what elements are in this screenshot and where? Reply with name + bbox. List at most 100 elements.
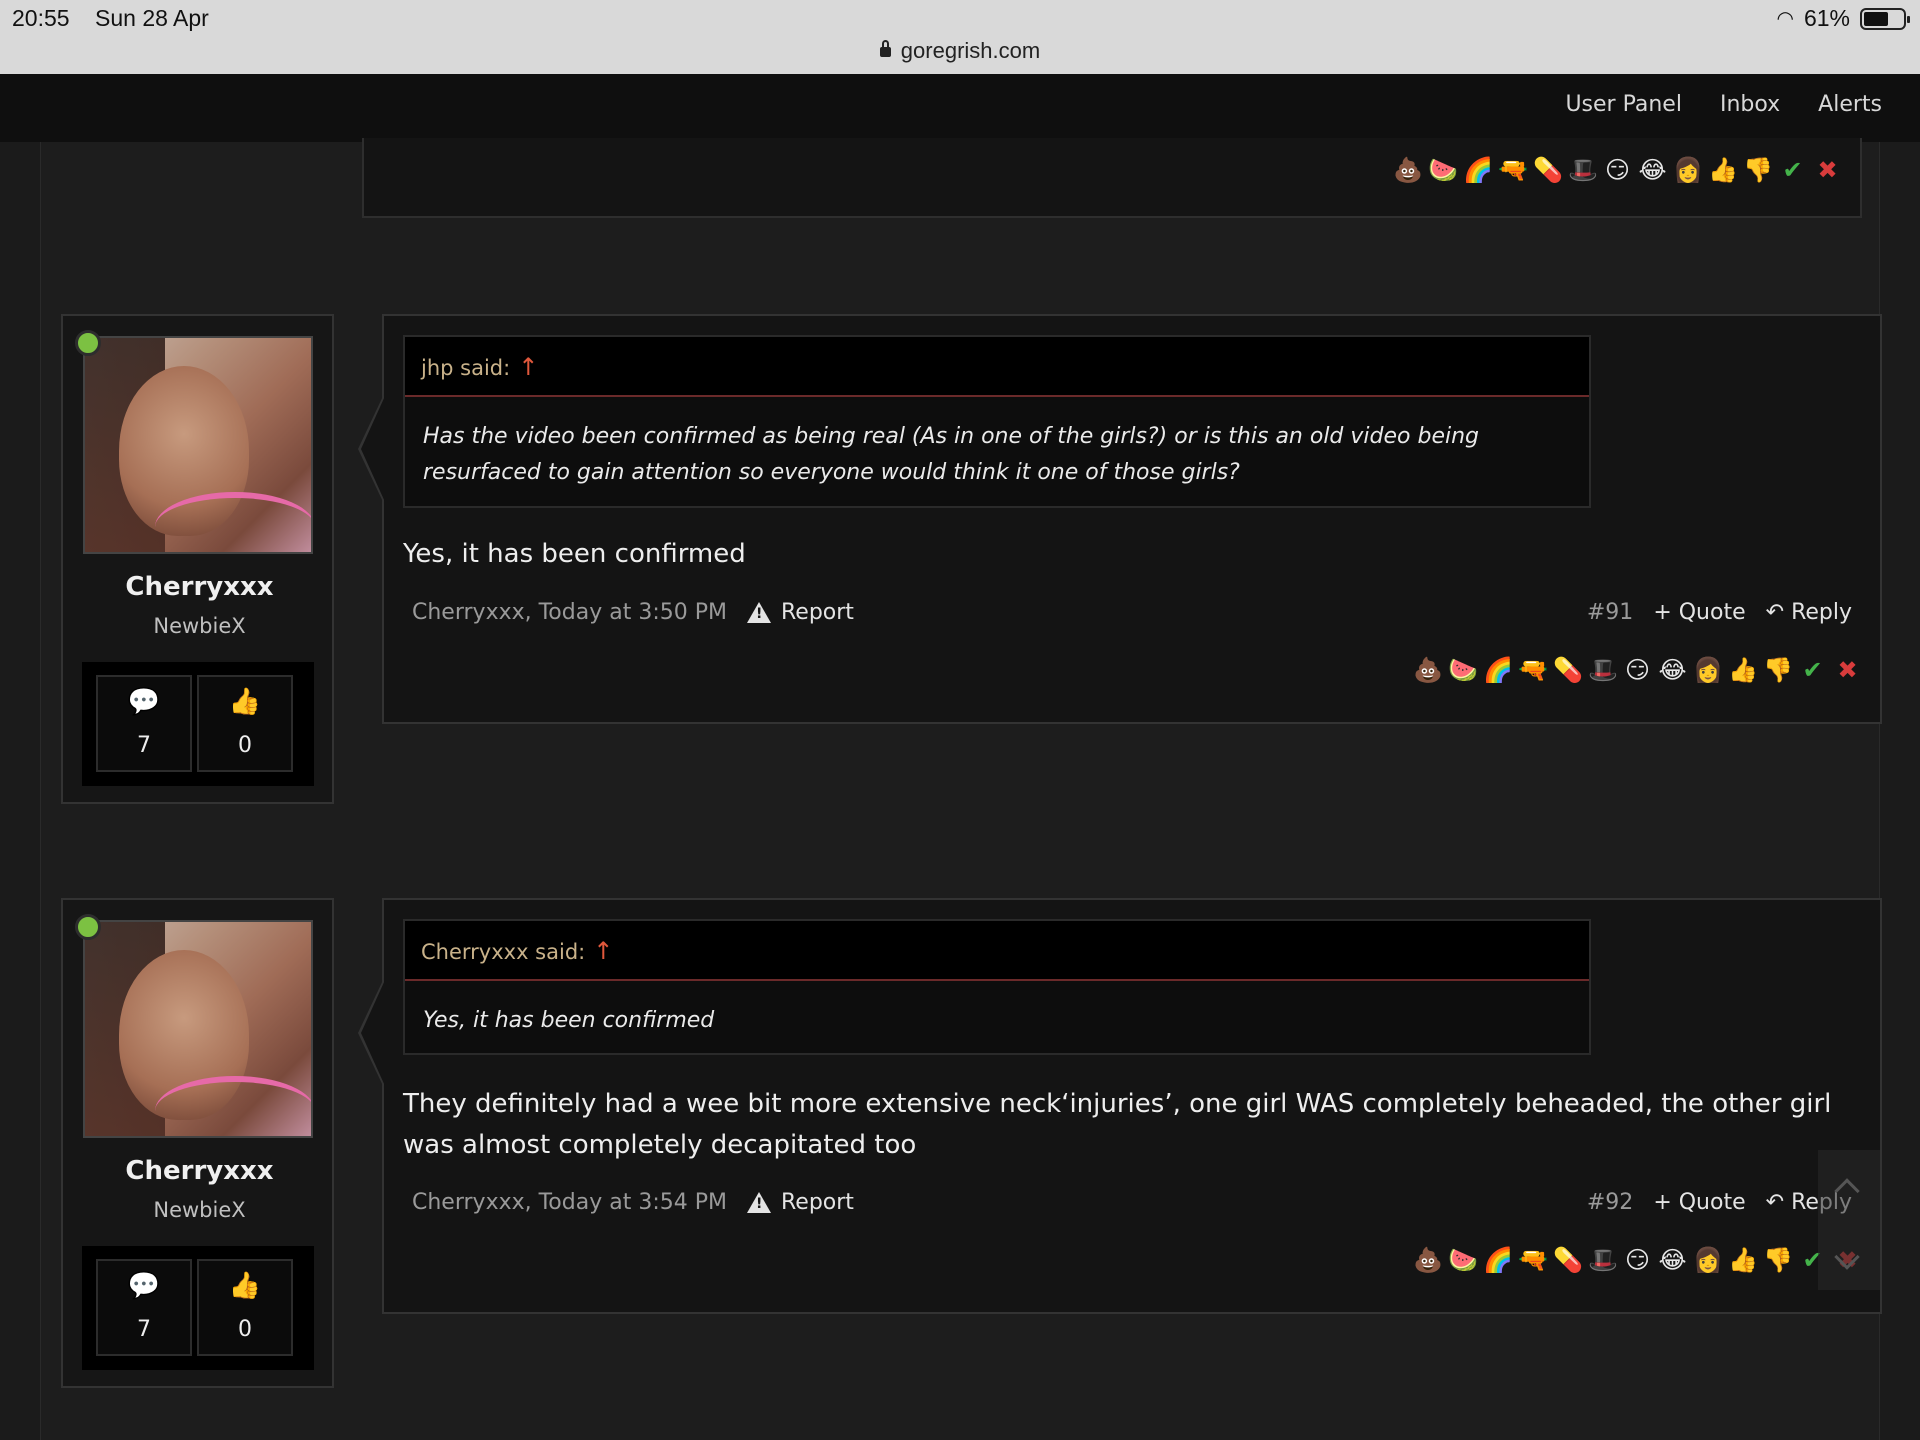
poop-icon[interactable]: 💩 bbox=[1393, 156, 1423, 184]
post-author-date[interactable]: Cherryxxx, Today at 3:54 PM bbox=[412, 1190, 727, 1215]
nav-inbox[interactable]: Inbox bbox=[1720, 92, 1780, 117]
user-title: NewbieX bbox=[153, 614, 246, 638]
watermelon-icon[interactable]: 🍉 bbox=[1448, 656, 1478, 684]
nav-user-panel[interactable]: User Panel bbox=[1565, 92, 1682, 117]
laugh-icon[interactable]: 😂 bbox=[1658, 1246, 1687, 1274]
report-label: Report bbox=[780, 600, 854, 625]
likes-count: 0 bbox=[238, 1317, 252, 1342]
check-icon[interactable]: ✔ bbox=[1778, 156, 1807, 184]
report-button[interactable]: Report bbox=[746, 1190, 854, 1215]
thumbs-down-icon[interactable]: 👎 bbox=[1763, 1246, 1793, 1274]
post-number-link[interactable]: #92 bbox=[1587, 1190, 1633, 1215]
thread-page: 💩 🍉 🌈 🔫 💊 🎩 😏 😂 👩 👍 👎 ✔ ✖ Cherryxxx Newb… bbox=[40, 138, 1882, 1440]
gun-icon[interactable]: 🔫 bbox=[1498, 156, 1528, 184]
gun-icon[interactable]: 🔫 bbox=[1518, 1246, 1548, 1274]
quote-block: Cherryxxx said: ↑ Yes, it has been confir… bbox=[403, 919, 1591, 1055]
smirk-icon[interactable]: 😏 bbox=[1623, 1246, 1652, 1274]
watermelon-icon[interactable]: 🍉 bbox=[1428, 156, 1458, 184]
site-navbar: User Panel Inbox Alerts bbox=[0, 74, 1920, 142]
quote-block: jhp said: ↑ Has the video been confirmed … bbox=[403, 335, 1591, 508]
laugh-icon[interactable]: 😂 bbox=[1638, 156, 1667, 184]
thumbs-down-icon[interactable]: 👎 bbox=[1743, 156, 1773, 184]
reply-arrow-icon: ↶ bbox=[1765, 1190, 1785, 1215]
woman-icon[interactable]: 👩 bbox=[1693, 1246, 1723, 1274]
post-meta: Cherryxxx, Today at 3:50 PM Report bbox=[412, 600, 854, 625]
post-actions: #91 + Quote ↶ Reply bbox=[1587, 600, 1852, 625]
username[interactable]: Cherryxxx bbox=[63, 572, 336, 602]
lock-icon bbox=[879, 40, 891, 57]
thumbs-down-icon[interactable]: 👎 bbox=[1763, 656, 1793, 684]
quote-button[interactable]: + Quote bbox=[1653, 600, 1745, 625]
message-box: Cherryxxx said: ↑ Yes, it has been confir… bbox=[358, 898, 1882, 1314]
avatar[interactable] bbox=[83, 920, 313, 1138]
scroll-down-icon[interactable] bbox=[1834, 1244, 1860, 1270]
address-bar[interactable]: goregrish.com bbox=[0, 38, 1920, 64]
post-number-link[interactable]: #91 bbox=[1587, 600, 1633, 625]
hat-icon[interactable]: 🎩 bbox=[1588, 1246, 1618, 1274]
arrow-up-icon[interactable]: ↑ bbox=[518, 353, 538, 381]
reply-label: Reply bbox=[1791, 600, 1852, 625]
smirk-icon[interactable]: 😏 bbox=[1603, 156, 1632, 184]
battery-percent: 61% bbox=[1803, 5, 1850, 31]
poop-icon[interactable]: 💩 bbox=[1413, 656, 1443, 684]
quote-header[interactable]: jhp said: ↑ bbox=[405, 337, 1589, 397]
arrow-up-icon[interactable]: ↑ bbox=[593, 937, 613, 965]
previous-post-box: 💩 🍉 🌈 🔫 💊 🎩 😏 😂 👩 👍 👎 ✔ ✖ bbox=[362, 138, 1862, 218]
pill-icon[interactable]: 💊 bbox=[1553, 1246, 1583, 1274]
thumbs-up-icon[interactable]: 👍 bbox=[1728, 656, 1758, 684]
smirk-icon[interactable]: 😏 bbox=[1623, 656, 1652, 684]
pill-icon[interactable]: 💊 bbox=[1533, 156, 1563, 184]
check-icon[interactable]: ✔ bbox=[1798, 656, 1827, 684]
online-indicator-icon bbox=[75, 914, 101, 940]
rainbow-icon[interactable]: 🌈 bbox=[1483, 1246, 1513, 1274]
user-title: NewbieX bbox=[153, 1198, 246, 1222]
quote-text: Has the video been confirmed as being re… bbox=[423, 424, 1479, 485]
warning-icon bbox=[746, 602, 771, 623]
gun-icon[interactable]: 🔫 bbox=[1518, 656, 1548, 684]
reaction-bar: 💩 🍉 🌈 🔫 💊 🎩 😏 😂 👩 👍 👎 ✔ ✖ bbox=[1393, 156, 1842, 184]
reaction-bar: 💩 🍉 🌈 🔫 💊 🎩 😏 😂 👩 👍 👎 ✔ ✖ bbox=[1413, 656, 1862, 684]
messages-stat: 💬 7 bbox=[96, 675, 192, 772]
thumbs-up-icon[interactable]: 👍 bbox=[1708, 156, 1738, 184]
quote-header[interactable]: Cherryxxx said: ↑ bbox=[405, 921, 1589, 981]
laugh-icon[interactable]: 😂 bbox=[1658, 656, 1687, 684]
reply-button[interactable]: ↶ Reply bbox=[1766, 600, 1852, 625]
username[interactable]: Cherryxxx bbox=[63, 1156, 336, 1186]
likes-stat: 👍 0 bbox=[197, 675, 293, 772]
x-icon[interactable]: ✖ bbox=[1833, 656, 1862, 684]
quote-author: jhp said: bbox=[421, 356, 511, 380]
thumbs-up-icon: 👍 bbox=[228, 687, 262, 717]
avatar[interactable] bbox=[83, 336, 313, 554]
woman-icon[interactable]: 👩 bbox=[1673, 156, 1703, 184]
status-time: 20:55 bbox=[12, 5, 70, 31]
battery-icon bbox=[1860, 7, 1910, 30]
warning-icon bbox=[746, 1192, 771, 1213]
watermelon-icon[interactable]: 🍉 bbox=[1448, 1246, 1478, 1274]
hat-icon[interactable]: 🎩 bbox=[1568, 156, 1598, 184]
messages-count: 7 bbox=[137, 733, 151, 758]
hat-icon[interactable]: 🎩 bbox=[1588, 656, 1618, 684]
reaction-bar: 💩 🍉 🌈 🔫 💊 🎩 😏 😂 👩 👍 👎 ✔ ✖ bbox=[1413, 1246, 1862, 1274]
quote-text: Yes, it has been confirmed bbox=[423, 1008, 715, 1033]
post-author-date[interactable]: Cherryxxx, Today at 3:50 PM bbox=[412, 600, 727, 625]
rainbow-icon[interactable]: 🌈 bbox=[1483, 656, 1513, 684]
user-info-panel: Cherryxxx NewbieX 💬 7 👍 0 bbox=[61, 314, 334, 804]
messages-stat: 💬 7 bbox=[96, 1259, 192, 1356]
online-indicator-icon bbox=[75, 330, 101, 356]
chat-bubbles-icon: 💬 bbox=[127, 1271, 161, 1301]
scroll-controls bbox=[1818, 1150, 1880, 1290]
thumbs-up-icon[interactable]: 👍 bbox=[1728, 1246, 1758, 1274]
scroll-up-icon[interactable] bbox=[1834, 1178, 1860, 1204]
pill-icon[interactable]: 💊 bbox=[1553, 656, 1583, 684]
reply-arrow-icon: ↶ bbox=[1765, 600, 1785, 625]
x-icon[interactable]: ✖ bbox=[1813, 156, 1842, 184]
report-button[interactable]: Report bbox=[746, 600, 854, 625]
woman-icon[interactable]: 👩 bbox=[1693, 656, 1723, 684]
url-text: goregrish.com bbox=[900, 38, 1041, 63]
nav-alerts[interactable]: Alerts bbox=[1818, 92, 1882, 117]
rainbow-icon[interactable]: 🌈 bbox=[1463, 156, 1493, 184]
post-meta: Cherryxxx, Today at 3:54 PM Report bbox=[412, 1190, 854, 1215]
post-body: They definitely had a wee bit more exten… bbox=[403, 1089, 1832, 1160]
poop-icon[interactable]: 💩 bbox=[1413, 1246, 1443, 1274]
quote-button[interactable]: + Quote bbox=[1653, 1190, 1745, 1215]
